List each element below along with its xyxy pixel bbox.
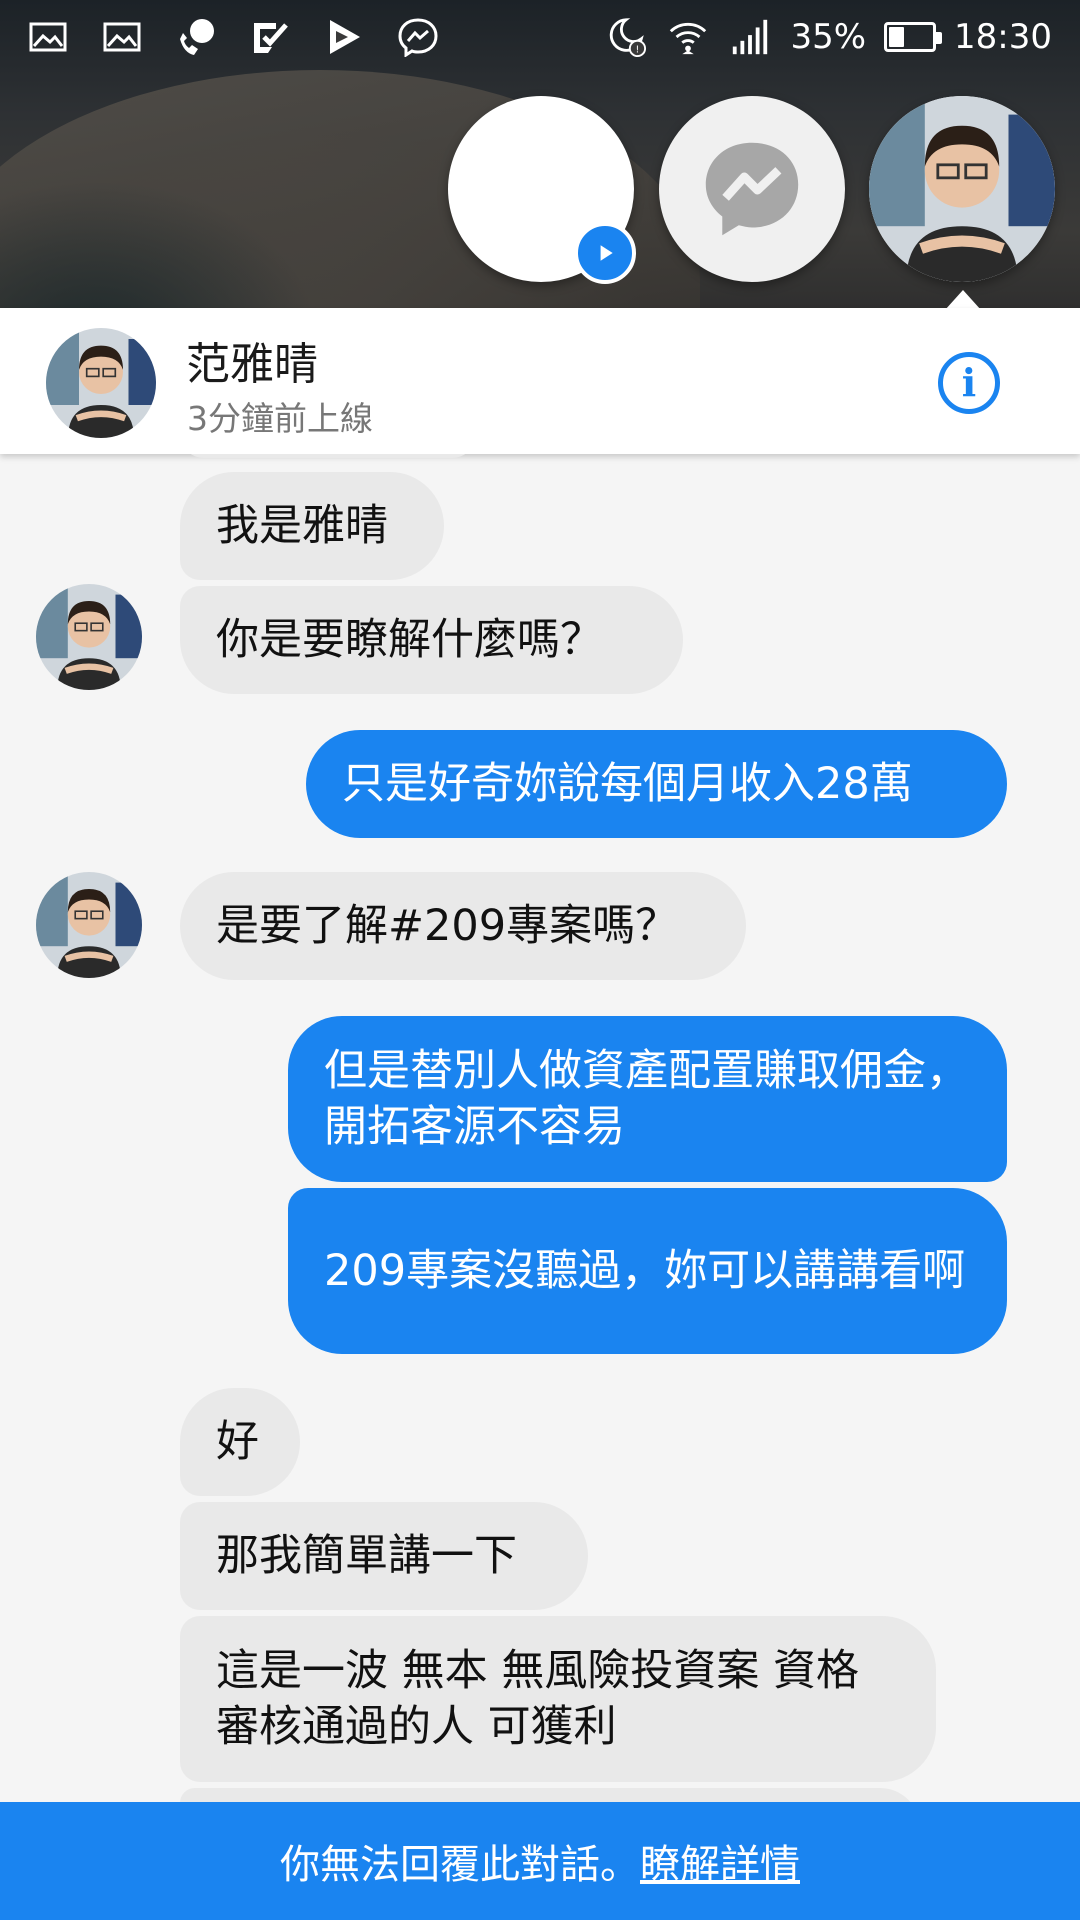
message-bubble[interactable]: 你是要瞭解什麼嗎？ [180, 586, 683, 694]
contact-chat-head[interactable] [869, 96, 1055, 282]
info-icon: i [961, 360, 977, 405]
previous-message-edge [180, 454, 476, 458]
do-not-disturb-icon: ! [610, 18, 647, 58]
checklist-icon [254, 23, 288, 53]
sender-avatar[interactable] [36, 584, 142, 690]
reply-disabled-notice: 你無法回覆此對話。 [280, 1842, 640, 1888]
play-store-icon [330, 20, 360, 54]
message-bubble[interactable]: 但是替別人做資產配置賺取佣金，開拓客源不容易 [288, 1016, 1007, 1182]
message-text: 這是一波 無本 無風險投資案 資格審核通過的人 可獲利 [216, 1646, 860, 1752]
message-bubble[interactable]: 209專案沒聽過，妳可以講講看啊 [288, 1188, 1007, 1354]
message-text: 我是雅晴 [216, 501, 388, 551]
message-bubble[interactable]: 是要了解#209專案嗎？ [180, 872, 746, 980]
signal-icon [733, 19, 768, 55]
message-text: 是要了解#209專案嗎？ [216, 901, 679, 951]
gallery-icon [29, 22, 67, 52]
reply-disabled-banner: 你無法回覆此對話。 瞭解詳情 [0, 1802, 1080, 1920]
message-text: 你是要瞭解什麼嗎？ [216, 615, 603, 665]
message-bubble[interactable]: 這是一波 無本 無風險投資案 資格審核通過的人 可獲利 [180, 1616, 936, 1782]
message-list[interactable]: 我是雅晴 你是要瞭解什麼嗎？ 只是好奇妳說每個月收入28萬 是要了解#209專案… [0, 454, 1080, 1802]
avatar[interactable] [46, 328, 156, 438]
message-text: 好 [216, 1417, 259, 1467]
message-bubble[interactable]: 那我簡單講一下 [180, 1502, 588, 1610]
battery-icon [884, 22, 943, 52]
phone-icon [180, 19, 214, 55]
wifi-icon [670, 22, 707, 55]
messenger-icon [398, 18, 438, 57]
status-bar: ! 35% 18:30 [0, 0, 1080, 74]
message-text: 但是替別人做資產配置賺取佣金，開拓客源不容易 [324, 1046, 969, 1152]
clock: 18:30 [954, 17, 1052, 57]
message-bubble[interactable]: 只是好奇妳說每個月收入28萬 [306, 730, 1007, 838]
svg-text:!: ! [636, 44, 640, 55]
message-bubble[interactable]: 我是雅晴 [180, 472, 444, 580]
play-icon[interactable] [574, 222, 636, 284]
message-bubble[interactable]: 好 [180, 1388, 300, 1496]
info-button[interactable]: i [938, 352, 1000, 414]
message-text: 209專案沒聽過，妳可以講講看啊 [324, 1246, 966, 1296]
sender-avatar[interactable] [36, 872, 142, 978]
message-text: 那我簡單講一下 [216, 1531, 517, 1581]
contact-status: 3分鐘前上線 [187, 399, 373, 438]
chat-head-pointer [945, 290, 981, 310]
message-text: 只是好奇妳說每個月收入28萬 [342, 759, 913, 809]
contact-name[interactable]: 范雅晴 [186, 328, 318, 392]
learn-more-link[interactable]: 瞭解詳情 [640, 1832, 800, 1890]
battery-percent: 35% [790, 17, 867, 57]
messenger-logo-icon [705, 142, 799, 236]
notification-icons [28, 17, 438, 57]
gallery-icon [103, 22, 141, 52]
next-message-edge [180, 1788, 920, 1802]
conversation-header: 范雅晴 3分鐘前上線 i [0, 308, 1080, 454]
messenger-chat-head[interactable] [659, 96, 845, 282]
